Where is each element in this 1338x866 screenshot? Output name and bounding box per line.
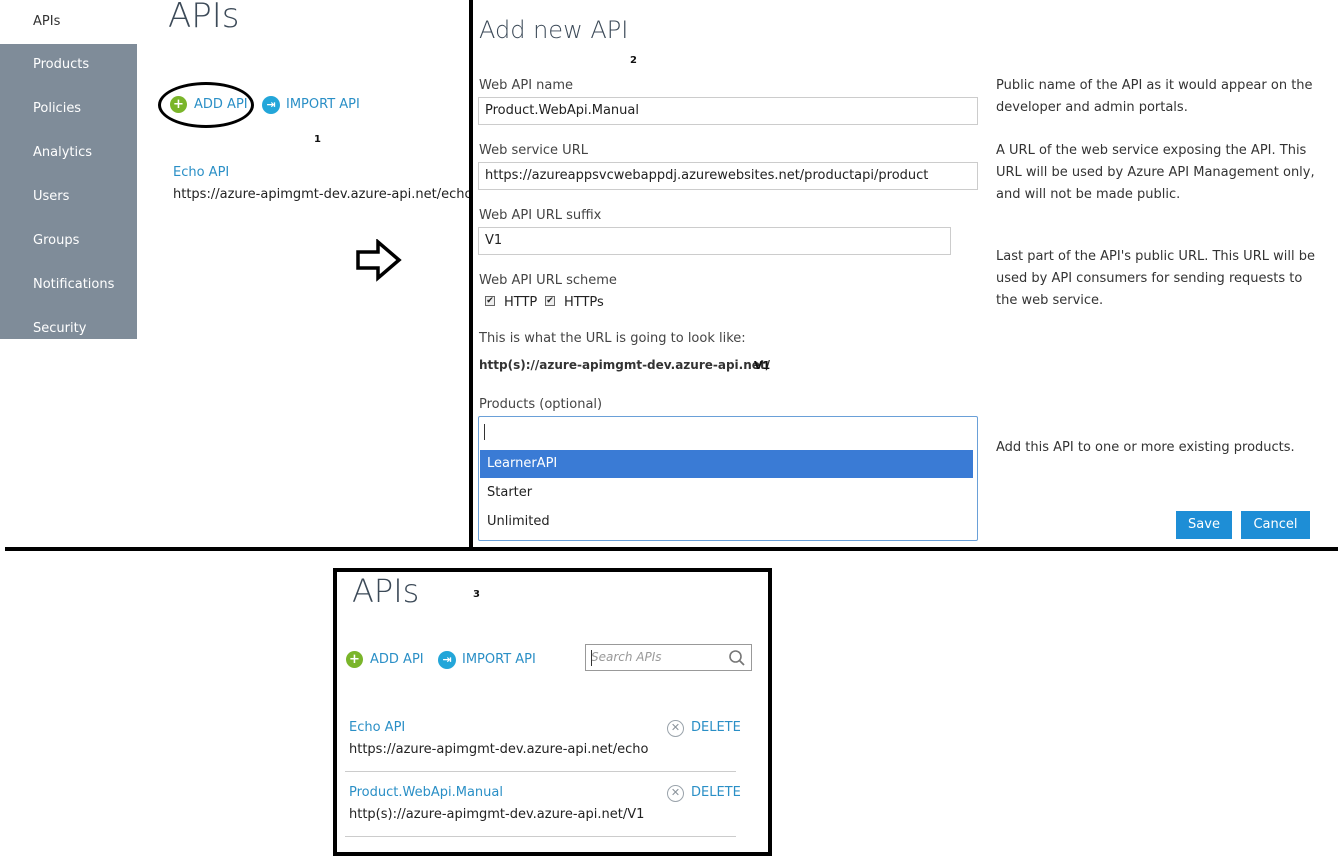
save-button[interactable]: Save [1176,511,1232,539]
import-api-button[interactable]: IMPORT API [462,652,536,667]
dropdown-option[interactable]: Starter [480,479,973,507]
search-icon[interactable] [728,649,746,667]
help-url-suffix: Last part of the API's public URL. This … [996,249,1315,308]
divider-horizontal [5,547,1338,551]
search-box[interactable]: Search APIs [585,644,752,671]
api-url: http(s)://azure-apimgmt-dev.azure-api.ne… [349,807,645,822]
http-checkbox[interactable]: ✔ [485,296,495,306]
dropdown-option[interactable]: Unlimited [480,508,973,536]
sidebar-item-notifications[interactable]: Notifications [0,263,137,307]
sidebar-item-analytics[interactable]: Analytics [0,131,137,175]
sidebar-item-policies[interactable]: Policies [0,87,137,131]
sidebar-item-security[interactable]: Security [0,307,137,351]
web-service-url-label: Web service URL [479,143,588,158]
import-icon: ⇥ [438,651,456,669]
import-api-button[interactable]: IMPORT API [286,97,360,112]
text-cursor [484,424,485,440]
api-link-product[interactable]: Product.WebApi.Manual [349,785,503,800]
url-scheme-label: Web API URL scheme [479,273,617,288]
step-number-3: 3 [473,589,480,600]
url-preview-base: http(s)://azure-apimgmt-dev.azure-api.ne… [479,358,771,372]
api-link-echo[interactable]: Echo API [173,165,229,180]
add-api-button[interactable]: ADD API [194,97,248,112]
sidebar-item-apis[interactable]: APIs [0,0,137,44]
row-divider [345,771,736,772]
url-suffix-input[interactable]: V1 [478,227,951,255]
https-label: HTTPs [564,295,604,310]
step-number-1: 1 [314,134,321,145]
api-url: https://azure-apimgmt-dev.azure-api.net/… [173,187,473,202]
add-icon: + [170,96,187,113]
https-checkbox[interactable]: ✔ [545,296,555,306]
products-dropdown[interactable]: LearnerAPI Starter Unlimited [478,416,978,541]
url-suffix-label: Web API URL suffix [479,208,602,223]
delete-icon: ✕ [667,720,684,737]
text-cursor [591,650,592,666]
delete-icon: ✕ [667,785,684,802]
sidebar-item-products[interactable]: Products [0,43,137,87]
help-web-api-name: Public name of the API as it would appea… [996,78,1313,115]
search-input[interactable]: Search APIs [591,650,662,664]
divider-vertical [469,0,473,548]
sidebar-item-users[interactable]: Users [0,175,137,219]
result-title: APIs [352,572,420,610]
help-products: Add this API to one or more existing pro… [996,440,1295,455]
page-title: APIs [168,0,240,36]
add-api-title: Add new API [479,16,629,44]
row-divider [345,836,736,837]
api-url: https://azure-apimgmt-dev.azure-api.net/… [349,742,649,757]
http-label: HTTP [504,295,538,310]
add-api-button[interactable]: ADD API [370,652,424,667]
cancel-button[interactable]: Cancel [1241,511,1310,539]
dropdown-option[interactable]: LearnerAPI [480,450,973,478]
api-link-echo[interactable]: Echo API [349,720,405,735]
web-service-url-input[interactable]: https://azureappsvcwebappdj.azurewebsite… [478,162,978,190]
delete-button[interactable]: DELETE [691,720,741,735]
sidebar: APIs Products Policies Analytics Users G… [0,0,137,339]
web-api-name-label: Web API name [479,78,574,93]
sidebar-item-groups[interactable]: Groups [0,219,137,263]
web-api-name-input[interactable]: Product.WebApi.Manual [478,97,978,125]
products-label: Products (optional) [479,397,603,412]
help-web-service-url: A URL of the web service exposing the AP… [996,143,1315,202]
delete-button[interactable]: DELETE [691,785,741,800]
add-icon: + [346,651,363,668]
url-preview-label: This is what the URL is going to look li… [479,331,746,346]
url-preview-suffix: V1 [754,359,771,372]
arrow-right-icon [356,239,402,282]
step-number-2: 2 [630,55,637,66]
import-icon: ⇥ [262,96,280,114]
